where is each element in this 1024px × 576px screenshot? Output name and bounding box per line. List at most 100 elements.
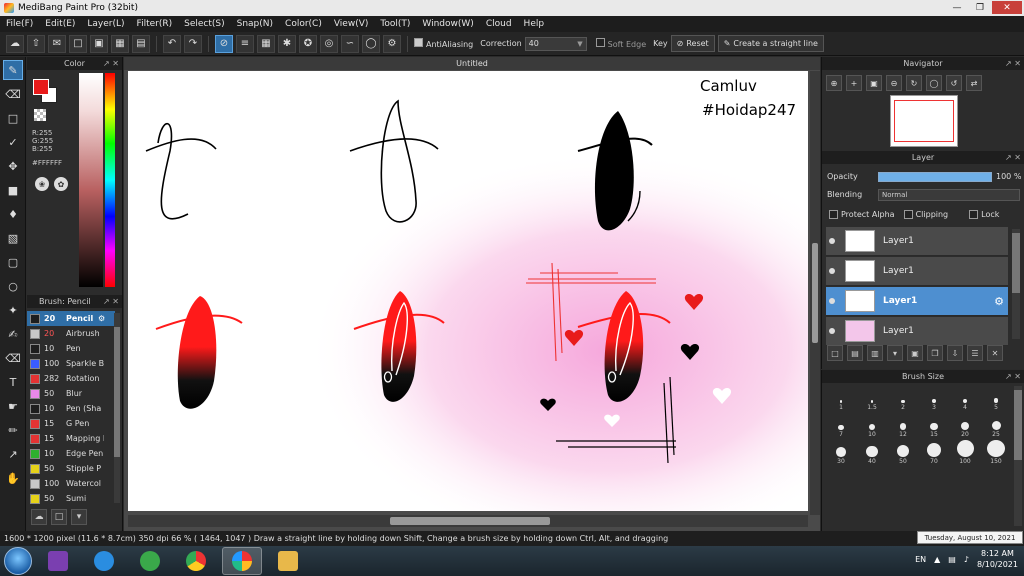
concentric-snap-icon[interactable]: ◎ bbox=[320, 34, 338, 53]
visibility-icon[interactable] bbox=[829, 328, 835, 334]
brush-size-option[interactable]: 7 bbox=[826, 413, 856, 438]
menu-snap[interactable]: Snap(N) bbox=[237, 19, 273, 29]
menu-tool[interactable]: Tool(T) bbox=[380, 19, 410, 29]
antialiasing-toggle[interactable]: AntiAliasing bbox=[414, 38, 473, 49]
cloud-brush-icon[interactable]: ☁ bbox=[31, 509, 47, 525]
reset-button[interactable]: ⊘ Reset bbox=[670, 35, 715, 52]
snap-settings-icon[interactable]: ⚙ bbox=[383, 34, 401, 53]
panel-pin-icon[interactable]: ↗ ✕ bbox=[103, 295, 119, 308]
menu-color[interactable]: Color(C) bbox=[285, 19, 322, 29]
minimize-button[interactable]: — bbox=[946, 1, 968, 14]
gear-icon[interactable]: ⚙ bbox=[98, 314, 105, 323]
color-wheel-icon[interactable]: ✿ bbox=[54, 177, 68, 191]
visibility-icon[interactable] bbox=[829, 298, 835, 304]
merge-down-icon[interactable]: ⇩ bbox=[947, 345, 963, 361]
protect-alpha-toggle[interactable]: Protect Alpha bbox=[829, 210, 895, 219]
zoom-out-icon[interactable]: ⊖ bbox=[886, 75, 902, 91]
brush-item-sparkle[interactable]: 100 Sparkle B bbox=[27, 356, 115, 371]
canvas-horizontal-scrollbar[interactable] bbox=[128, 515, 808, 527]
bucket-tool-icon[interactable]: ♦ bbox=[3, 204, 23, 224]
brush-item-watercolor[interactable]: 100 Watercol bbox=[27, 476, 115, 491]
new-1bit-layer-icon[interactable]: ▥ bbox=[867, 345, 883, 361]
transparent-color-swatch[interactable] bbox=[34, 109, 46, 121]
new-8bit-layer-icon[interactable]: ▤ bbox=[847, 345, 863, 361]
clipping-toggle[interactable]: Clipping bbox=[903, 210, 948, 219]
brush-item-mapping[interactable]: 15 Mapping I bbox=[27, 431, 115, 446]
hand-tool-icon[interactable]: ✋ bbox=[3, 468, 23, 488]
reset-rotate-icon[interactable]: ◯ bbox=[926, 75, 942, 91]
operation-tool-icon[interactable]: ↗ bbox=[3, 444, 23, 464]
grid-snap-icon[interactable]: ▦ bbox=[257, 34, 275, 53]
brush-size-option[interactable]: 15 bbox=[919, 413, 949, 438]
scrollbar-thumb[interactable] bbox=[812, 243, 818, 343]
brush-size-option[interactable]: 40 bbox=[857, 440, 887, 465]
select-eraser-tool-icon[interactable]: ⌫ bbox=[3, 348, 23, 368]
layer-item[interactable]: Layer1 bbox=[826, 257, 1008, 286]
select-tool-icon[interactable]: ▢ bbox=[3, 252, 23, 272]
brush-item-pen[interactable]: 10 Pen bbox=[27, 341, 115, 356]
hex-value[interactable]: #FFFFFF bbox=[32, 159, 62, 167]
taskbar-internet-explorer[interactable] bbox=[84, 547, 124, 575]
brush-size-option[interactable]: 4 bbox=[950, 386, 980, 411]
curve-snap-icon[interactable]: ∽ bbox=[341, 34, 359, 53]
move-tool-icon[interactable]: ✥ bbox=[3, 156, 23, 176]
fit-icon[interactable]: ▣ bbox=[866, 75, 882, 91]
clipping-checkbox[interactable] bbox=[903, 210, 913, 219]
opacity-slider[interactable] bbox=[878, 172, 992, 182]
gear-icon[interactable]: ⚙ bbox=[994, 295, 1004, 308]
add-brush-icon[interactable]: □ bbox=[51, 509, 67, 525]
straight-line-button[interactable]: ✎ Create a straight line bbox=[717, 35, 824, 52]
close-button[interactable]: ✕ bbox=[992, 1, 1022, 14]
brush-size-option[interactable]: 30 bbox=[826, 440, 856, 465]
scrollbar-thumb[interactable] bbox=[114, 327, 120, 457]
menu-filter[interactable]: Filter(R) bbox=[137, 19, 173, 29]
brush-size-option[interactable]: 10 bbox=[857, 413, 887, 438]
taskbar-chrome[interactable] bbox=[176, 547, 216, 575]
brush-size-option[interactable]: 1 bbox=[826, 386, 856, 411]
menu-select[interactable]: Select(S) bbox=[184, 19, 225, 29]
dot-tool-icon[interactable]: □ bbox=[3, 108, 23, 128]
viewport-frame[interactable] bbox=[894, 100, 954, 142]
eyedropper-tool-icon[interactable]: ✏ bbox=[3, 420, 23, 440]
layer-item[interactable]: Layer1 bbox=[826, 317, 1008, 346]
new-layer-icon[interactable]: □ bbox=[827, 345, 843, 361]
panel-pin-icon[interactable]: ↗ ✕ bbox=[1005, 370, 1021, 383]
brush-size-option[interactable]: 12 bbox=[888, 413, 918, 438]
brush-item-airbrush[interactable]: 20 Airbrush bbox=[27, 326, 115, 341]
brush-item-blur[interactable]: 50 Blur bbox=[27, 386, 115, 401]
zoom-in-icon[interactable]: ⊕ bbox=[826, 75, 842, 91]
brush-size-option[interactable]: 2 bbox=[888, 386, 918, 411]
brush-item-pencil[interactable]: 20 Pencil ⚙ bbox=[27, 311, 115, 326]
protect-alpha-checkbox[interactable] bbox=[829, 210, 838, 219]
save-icon[interactable]: ▣ bbox=[90, 34, 108, 53]
brush-size-option[interactable]: 100 bbox=[950, 440, 980, 465]
drawing-canvas[interactable]: Camluv #Hoidap247 bbox=[128, 71, 808, 511]
blending-select[interactable]: Normal bbox=[878, 189, 1020, 201]
brush-size-option[interactable]: 20 bbox=[950, 413, 980, 438]
menu-help[interactable]: Help bbox=[524, 19, 545, 29]
fill-rect-tool-icon[interactable]: ■ bbox=[3, 180, 23, 200]
menu-cloud[interactable]: Cloud bbox=[486, 19, 512, 29]
maximize-button[interactable]: ❐ bbox=[969, 1, 991, 14]
lock-toggle[interactable]: Lock bbox=[969, 210, 999, 219]
show-hidden-icons[interactable]: ▲ bbox=[934, 555, 940, 564]
share-icon[interactable]: ⇧ bbox=[27, 34, 45, 53]
menu-edit[interactable]: Edit(E) bbox=[45, 19, 75, 29]
soft-edge-toggle[interactable]: Soft Edge bbox=[595, 38, 646, 49]
brush-item-stipple[interactable]: 50 Stipple P bbox=[27, 461, 115, 476]
snap-off-icon[interactable]: ⊘ bbox=[215, 34, 233, 53]
saturation-value-picker[interactable] bbox=[79, 73, 103, 287]
undo-icon[interactable]: ↶ bbox=[163, 34, 181, 53]
scrollbar-thumb[interactable] bbox=[1014, 390, 1022, 460]
brush-item-pen-shading[interactable]: 10 Pen (Sha bbox=[27, 401, 115, 416]
brush-size-option[interactable]: 1.5 bbox=[857, 386, 887, 411]
add-layer-menu-icon[interactable]: ▾ bbox=[887, 345, 903, 361]
start-button[interactable] bbox=[4, 547, 32, 575]
brush-size-option[interactable]: 150 bbox=[981, 440, 1011, 465]
taskbar-paint[interactable] bbox=[268, 547, 308, 575]
taskbar-medibang[interactable] bbox=[222, 547, 262, 575]
export-icon[interactable]: ▤ bbox=[132, 34, 150, 53]
lasso-tool-icon[interactable]: ○ bbox=[3, 276, 23, 296]
clock[interactable]: 8:12 AM 8/10/2021 bbox=[977, 548, 1018, 570]
layer-list-scrollbar[interactable] bbox=[1012, 229, 1020, 339]
